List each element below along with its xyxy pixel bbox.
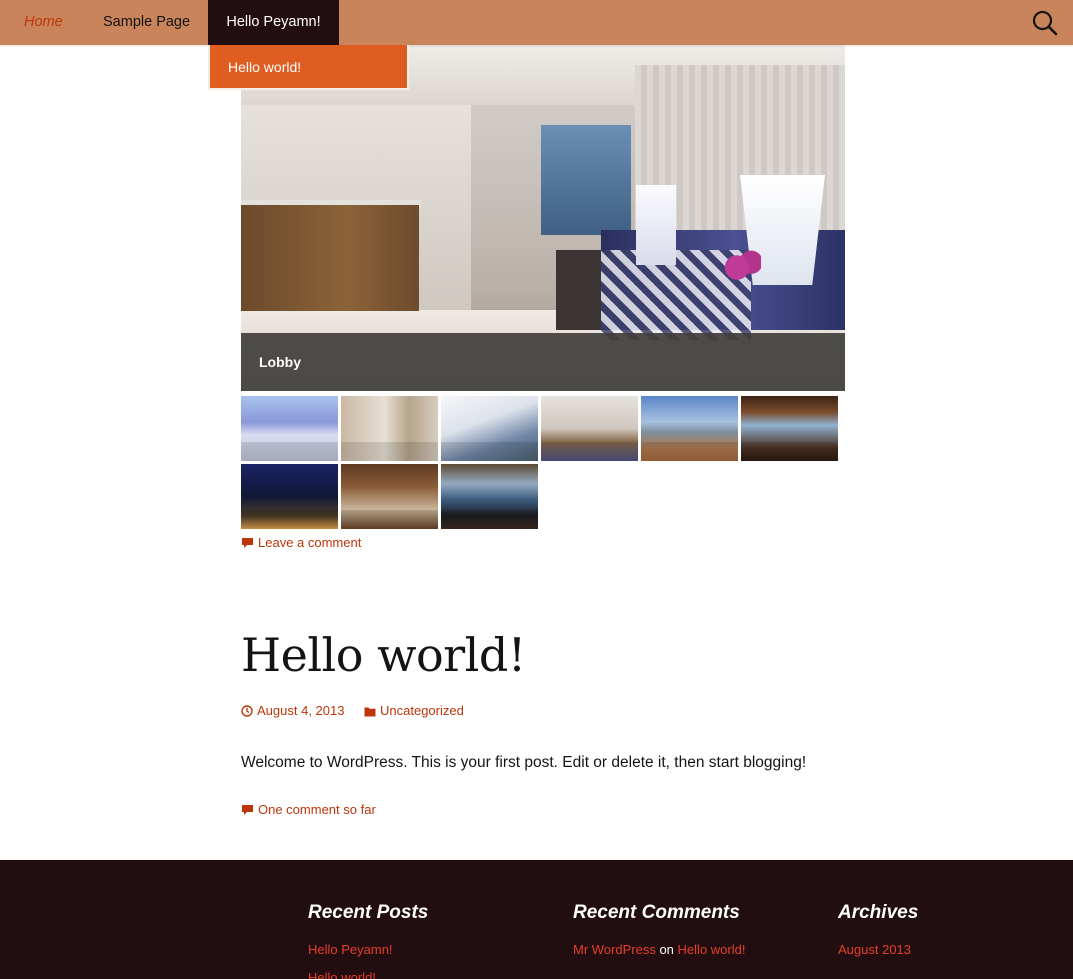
- recent-post-link[interactable]: Hello Peyamn!: [308, 942, 393, 957]
- post-content: Welcome to WordPress. This is your first…: [241, 754, 807, 771]
- thumb-shade: [441, 441, 538, 461]
- image-caption: Lobby: [259, 354, 301, 370]
- comment-bubble-icon: [242, 805, 253, 815]
- search-icon[interactable]: [1031, 9, 1059, 37]
- leave-comment-link[interactable]: Leave a comment: [241, 535, 361, 550]
- gallery-thumbnail-3[interactable]: [441, 396, 538, 461]
- nav-item-sample-page[interactable]: Sample Page: [84, 0, 209, 45]
- image-window: [541, 125, 631, 235]
- archive-link[interactable]: August 2013: [838, 942, 911, 957]
- image-reception-desk: [241, 205, 419, 311]
- archives-title: Archives: [838, 902, 919, 923]
- gallery-thumbnail-7[interactable]: [241, 464, 338, 529]
- post-date-link[interactable]: August 4, 2013: [241, 703, 344, 718]
- thumb-shade: [341, 441, 438, 461]
- dropdown-item-hello-world[interactable]: Hello world!: [210, 45, 407, 89]
- thumb-shade: [341, 509, 438, 529]
- gallery-thumbnail-2[interactable]: [341, 396, 438, 461]
- comment-post-link[interactable]: Hello world!: [678, 942, 746, 957]
- leave-comment-label: Leave a comment: [258, 535, 362, 550]
- nav-item-hello-peyamn[interactable]: Hello Peyamn!: [208, 0, 339, 45]
- post-category: Uncategorized: [380, 703, 464, 718]
- post-title[interactable]: Hello world!: [241, 628, 526, 682]
- recent-posts-title: Recent Posts: [308, 902, 429, 923]
- image-orchid: [721, 250, 761, 285]
- comments-link[interactable]: One comment so far: [241, 802, 376, 817]
- folder-icon: [364, 707, 376, 717]
- gallery-thumbnail-9[interactable]: [441, 464, 538, 529]
- recent-comments-title: Recent Comments: [573, 902, 740, 923]
- gallery-thumbnail-4[interactable]: [541, 396, 638, 461]
- gallery-thumbnail-6[interactable]: [741, 396, 838, 461]
- image-caption-bar: Lobby: [241, 333, 845, 391]
- clock-icon: [241, 705, 253, 717]
- main-navigation: Home Sample Page Hello Peyamn!: [0, 0, 1073, 45]
- post-category-link[interactable]: Uncategorized: [364, 703, 464, 718]
- thumb-shade: [241, 509, 338, 529]
- thumb-shade: [441, 509, 538, 529]
- post-date: August 4, 2013: [257, 703, 345, 718]
- comments-link-label: One comment so far: [258, 802, 376, 817]
- nav-item-home[interactable]: Home: [5, 0, 82, 45]
- thumb-shade: [741, 441, 838, 461]
- footer-widgets: Recent Posts Hello Peyamn! Hello world! …: [0, 860, 1073, 979]
- comment-author-link[interactable]: Mr WordPress: [573, 942, 656, 957]
- recent-post-link[interactable]: Hello world!: [308, 970, 376, 979]
- comment-on-text: on: [659, 942, 674, 957]
- gallery-thumbnail-5[interactable]: [641, 396, 738, 461]
- nav-dropdown-menu: Hello world!: [208, 45, 409, 90]
- thumb-shade: [241, 441, 338, 461]
- thumb-shade: [641, 441, 738, 461]
- comment-bubble-icon: [242, 538, 253, 548]
- recent-comment-item: Mr WordPress on Hello world!: [573, 942, 745, 957]
- gallery-thumbnail-1[interactable]: [241, 396, 338, 461]
- gallery-featured-image[interactable]: Lobby: [241, 45, 845, 391]
- gallery-thumbnail-8[interactable]: [341, 464, 438, 529]
- thumb-shade: [541, 441, 638, 461]
- image-lamp-small: [636, 185, 676, 265]
